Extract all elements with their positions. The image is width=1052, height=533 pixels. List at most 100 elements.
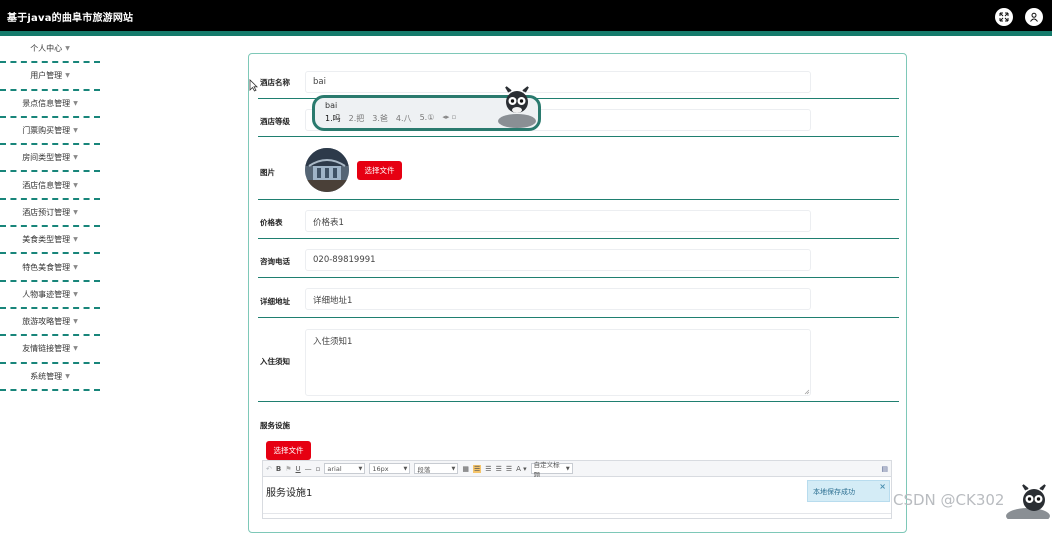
csdn-watermark: CSDN @CK302 bbox=[893, 491, 1005, 509]
ime-page-arrows-icon[interactable]: ◂▸ ▫ bbox=[442, 113, 456, 124]
ime-candidate[interactable]: 5.① bbox=[420, 113, 435, 124]
notice-textarea[interactable]: 入住须知1 bbox=[305, 329, 811, 396]
font-color-icon[interactable]: A ▾ bbox=[516, 465, 527, 473]
field-label: 图片 bbox=[260, 168, 275, 177]
underline-icon[interactable]: U bbox=[296, 465, 301, 473]
field-label: 酒店等级 bbox=[260, 117, 290, 126]
ime-candidate[interactable]: 4.八 bbox=[396, 113, 412, 124]
expand-icon[interactable] bbox=[995, 8, 1013, 26]
font-color-letter: A bbox=[516, 464, 521, 473]
sidebar-item-room-types[interactable]: 房间类型管理 ▼ bbox=[0, 145, 100, 173]
ime-candidate[interactable]: 2.把 bbox=[349, 113, 365, 124]
ime-input-text: bai bbox=[325, 101, 338, 110]
sidebar-item-label: 景点信息管理 bbox=[22, 98, 71, 108]
sidebar-item-label: 友情链接管理 bbox=[22, 344, 71, 354]
format-painter-icon[interactable]: ⚑ bbox=[285, 465, 291, 473]
resize-handle-icon[interactable] bbox=[804, 389, 810, 395]
chevron-down-icon: ▼ bbox=[73, 290, 78, 298]
sidebar-item-label: 用户管理 bbox=[30, 71, 63, 81]
field-label: 酒店名称 bbox=[260, 78, 290, 87]
form-row-image: 图片 选择文件 bbox=[258, 137, 899, 200]
align-right-icon[interactable]: ☰ bbox=[496, 465, 502, 473]
top-bar: 基于java的曲阜市旅游网站 bbox=[0, 0, 1052, 31]
hotel-image-thumbnail bbox=[305, 148, 349, 192]
align-justify-icon[interactable]: ☰ bbox=[506, 465, 512, 473]
align-left-icon[interactable]: ☰ bbox=[473, 464, 482, 473]
editor-divider bbox=[263, 513, 891, 514]
address-input[interactable]: 详细地址1 bbox=[305, 288, 811, 310]
chevron-down-icon: ▼ bbox=[73, 127, 78, 135]
chevron-down-icon: ▼ bbox=[65, 72, 70, 80]
ime-candidate-window: bai 1.吗 2.把 3.爸 4.八 5.① ◂▸ ▫ bbox=[312, 86, 541, 131]
facilities-rich-editor[interactable]: 服务设施1 bbox=[262, 477, 892, 519]
ime-candidate[interactable]: 3.爸 bbox=[372, 113, 388, 124]
form-row-price-list: 价格表 价格表1 bbox=[258, 200, 899, 239]
horizontal-rule-icon[interactable]: — bbox=[305, 465, 312, 473]
font-family-value: arial bbox=[327, 464, 342, 473]
sidebar-item-label: 美食类型管理 bbox=[22, 235, 71, 245]
field-label: 详细地址 bbox=[260, 297, 290, 306]
fullscreen-editor-icon[interactable]: ▤ bbox=[881, 465, 888, 473]
font-size-select[interactable]: 16px ▼ bbox=[369, 463, 411, 474]
sidebar: 个人中心 ▼ 用户管理 ▼ 景点信息管理 ▼ 门票购买管理 ▼ 房间类型管理 ▼ 酒店信息… bbox=[0, 36, 100, 391]
chevron-down-icon: ▼ bbox=[73, 154, 78, 162]
form-row-phone: 咨询电话 020-89819991 bbox=[258, 239, 899, 278]
app-title: 基于java的曲阜市旅游网站 bbox=[7, 13, 134, 24]
font-family-select[interactable]: arial ▼ bbox=[324, 463, 366, 474]
sidebar-item-personal-center[interactable]: 个人中心 ▼ bbox=[0, 36, 100, 64]
ime-mascot-icon bbox=[498, 86, 536, 128]
custom-heading-value: 自定义标题 bbox=[533, 460, 560, 479]
table-icon[interactable]: ▦ bbox=[462, 465, 469, 473]
sidebar-item-travel-guides[interactable]: 旅游攻略管理 ▼ bbox=[0, 309, 100, 337]
bold-icon[interactable]: B bbox=[276, 465, 281, 473]
caret-down-icon: ▼ bbox=[358, 465, 363, 472]
ime-candidate[interactable]: 1.吗 bbox=[325, 113, 341, 124]
form-row-address: 详细地址 详细地址1 bbox=[258, 278, 899, 318]
chevron-down-icon: ▼ bbox=[73, 345, 78, 353]
custom-heading-select[interactable]: 自定义标题 ▼ bbox=[530, 461, 573, 479]
sidebar-item-label: 特色美食管理 bbox=[22, 262, 71, 272]
close-icon[interactable]: × bbox=[879, 482, 886, 491]
sidebar-item-hotel-bookings[interactable]: 酒店预订管理 ▼ bbox=[0, 200, 100, 228]
sidebar-item-label: 旅游攻略管理 bbox=[22, 317, 71, 327]
editor-content[interactable]: 服务设施1 bbox=[266, 484, 312, 499]
sidebar-item-tickets[interactable]: 门票购买管理 ▼ bbox=[0, 118, 100, 146]
sidebar-item-system[interactable]: 系统管理 ▼ bbox=[0, 364, 100, 391]
sidebar-item-label: 个人中心 bbox=[30, 44, 63, 54]
paragraph-style-select[interactable]: 段落 ▼ bbox=[414, 463, 459, 474]
sidebar-item-users[interactable]: 用户管理 ▼ bbox=[0, 63, 100, 91]
chevron-down-icon: ▼ bbox=[73, 236, 78, 244]
phone-input[interactable]: 020-89819991 bbox=[305, 249, 811, 271]
sidebar-item-label: 房间类型管理 bbox=[22, 153, 71, 163]
save-toast: 本地保存成功 × bbox=[807, 480, 890, 502]
sidebar-item-hotels[interactable]: 酒店信息管理 ▼ bbox=[0, 172, 100, 200]
mascot-icon bbox=[1006, 484, 1050, 519]
header-accent-strip bbox=[0, 31, 1052, 36]
user-icon[interactable] bbox=[1025, 8, 1043, 26]
facilities-label: 服务设施 bbox=[260, 421, 290, 430]
sidebar-item-specialty-food[interactable]: 特色美食管理 ▼ bbox=[0, 254, 100, 282]
sidebar-item-links[interactable]: 友情链接管理 ▼ bbox=[0, 336, 100, 364]
caret-down-icon: ▼ bbox=[565, 465, 570, 472]
sidebar-item-label: 人物事迹管理 bbox=[22, 289, 71, 299]
chevron-down-icon: ▼ bbox=[73, 263, 78, 271]
sidebar-item-figures[interactable]: 人物事迹管理 ▼ bbox=[0, 282, 100, 309]
font-size-value: 16px bbox=[372, 464, 389, 473]
field-label: 入住须知 bbox=[260, 357, 290, 366]
hotel-name-input[interactable]: bai bbox=[305, 71, 811, 93]
choose-facilities-file-button[interactable]: 选择文件 bbox=[266, 441, 311, 460]
form-row-notice: 入住须知 入住须知1 bbox=[258, 318, 899, 402]
clear-format-icon[interactable]: ▫ bbox=[316, 465, 321, 473]
editor-toolbar: ↶ B ⚑ U — ▫ arial ▼ 16px ▼ 段落 ▼ ▦ ☰ ☰ ☰ ☰ A… bbox=[262, 460, 892, 479]
price-list-input[interactable]: 价格表1 bbox=[305, 210, 811, 232]
chevron-down-icon: ▼ bbox=[73, 318, 78, 326]
chevron-down-icon: ▼ bbox=[65, 372, 70, 380]
sidebar-item-food-types[interactable]: 美食类型管理 ▼ bbox=[0, 227, 100, 255]
align-center-icon[interactable]: ☰ bbox=[485, 465, 491, 473]
undo-icon[interactable]: ↶ bbox=[266, 465, 272, 473]
choose-image-file-button[interactable]: 选择文件 bbox=[357, 161, 402, 180]
caret-down-icon: ▼ bbox=[403, 465, 408, 472]
sidebar-item-label: 酒店预订管理 bbox=[22, 207, 71, 217]
sidebar-item-scenic-spots[interactable]: 景点信息管理 ▼ bbox=[0, 91, 100, 118]
sidebar-item-label: 门票购买管理 bbox=[22, 126, 71, 136]
